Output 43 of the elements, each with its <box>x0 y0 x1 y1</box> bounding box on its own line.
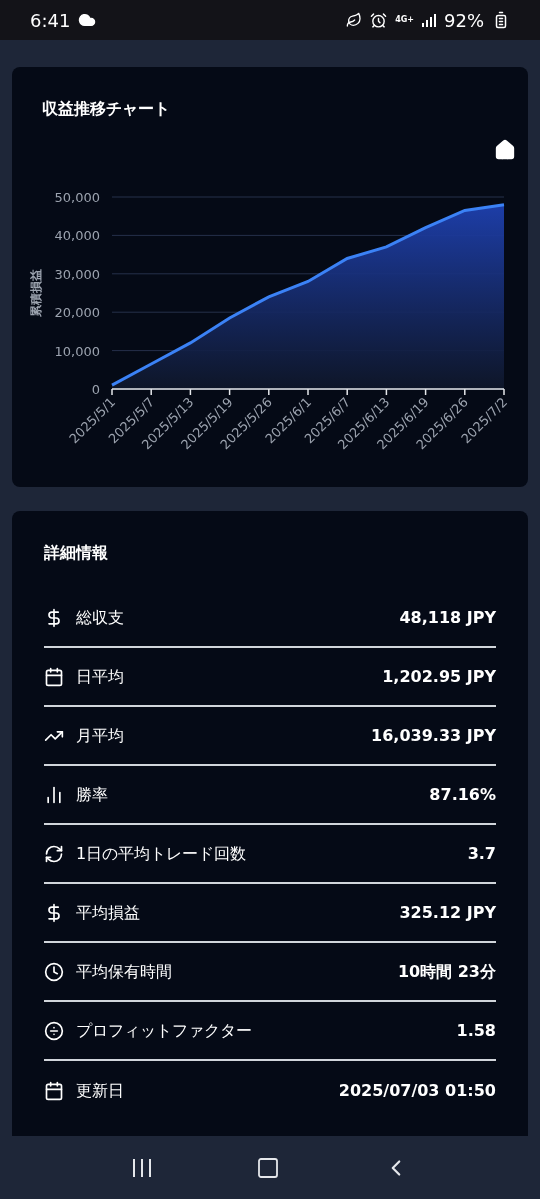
chart-title: 収益推移チャート <box>42 98 171 120</box>
detail-label: プロフィットファクター <box>76 1019 253 1042</box>
detail-label: 1日の平均トレード回数 <box>76 842 248 865</box>
detail-value: 1.58 <box>456 1019 496 1042</box>
detail-label: 月平均 <box>76 724 125 747</box>
network-type: 4G+ <box>395 16 414 24</box>
cloud-icon <box>78 11 97 29</box>
home-button-icon[interactable] <box>256 1155 280 1180</box>
detail-value: 2025/07/03 01:50 <box>338 1079 496 1102</box>
y-tick-label: 50,000 <box>54 190 100 205</box>
calendar-icon <box>44 1080 64 1101</box>
recent-apps-icon[interactable] <box>131 1157 154 1178</box>
clock-icon <box>44 961 64 982</box>
battery-percent: 92% <box>444 8 484 33</box>
bar-chart-icon <box>44 784 64 805</box>
detail-label: 日平均 <box>76 665 125 688</box>
signal-icon <box>422 13 436 27</box>
y-tick-label: 30,000 <box>54 266 100 282</box>
home-icon[interactable] <box>494 139 516 161</box>
detail-value: 16,039.33 JPY <box>371 724 496 747</box>
y-tick-label: 40,000 <box>54 228 100 244</box>
y-tick-label: 10,000 <box>54 343 100 359</box>
alarm-icon <box>370 11 388 29</box>
calendar-icon <box>44 666 64 687</box>
battery-saver-icon <box>346 12 363 28</box>
details-title: 詳細情報 <box>44 542 109 564</box>
detail-value: 87.16% <box>429 783 496 806</box>
detail-label: 平均損益 <box>76 901 141 924</box>
divide-icon <box>44 1020 64 1041</box>
detail-label: 平均保有時間 <box>76 960 173 983</box>
y-tick-label: 20,000 <box>54 305 100 321</box>
detail-value: 325.12 JPY <box>399 901 496 924</box>
detail-value: 10時間 23分 <box>397 960 496 983</box>
detail-label: 更新日 <box>76 1079 125 1102</box>
y-axis-label: 累積損益 <box>29 269 43 317</box>
detail-value: 48,118 JPY <box>399 606 496 629</box>
detail-value: 3.7 <box>467 842 496 865</box>
refresh-icon <box>44 843 64 864</box>
detail-label: 勝率 <box>76 783 109 806</box>
y-tick-label: 0 <box>91 382 100 397</box>
detail-value: 1,202.95 JPY <box>382 665 496 688</box>
clock-time: 6:41 <box>30 8 71 33</box>
detail-label: 総収支 <box>76 606 125 629</box>
